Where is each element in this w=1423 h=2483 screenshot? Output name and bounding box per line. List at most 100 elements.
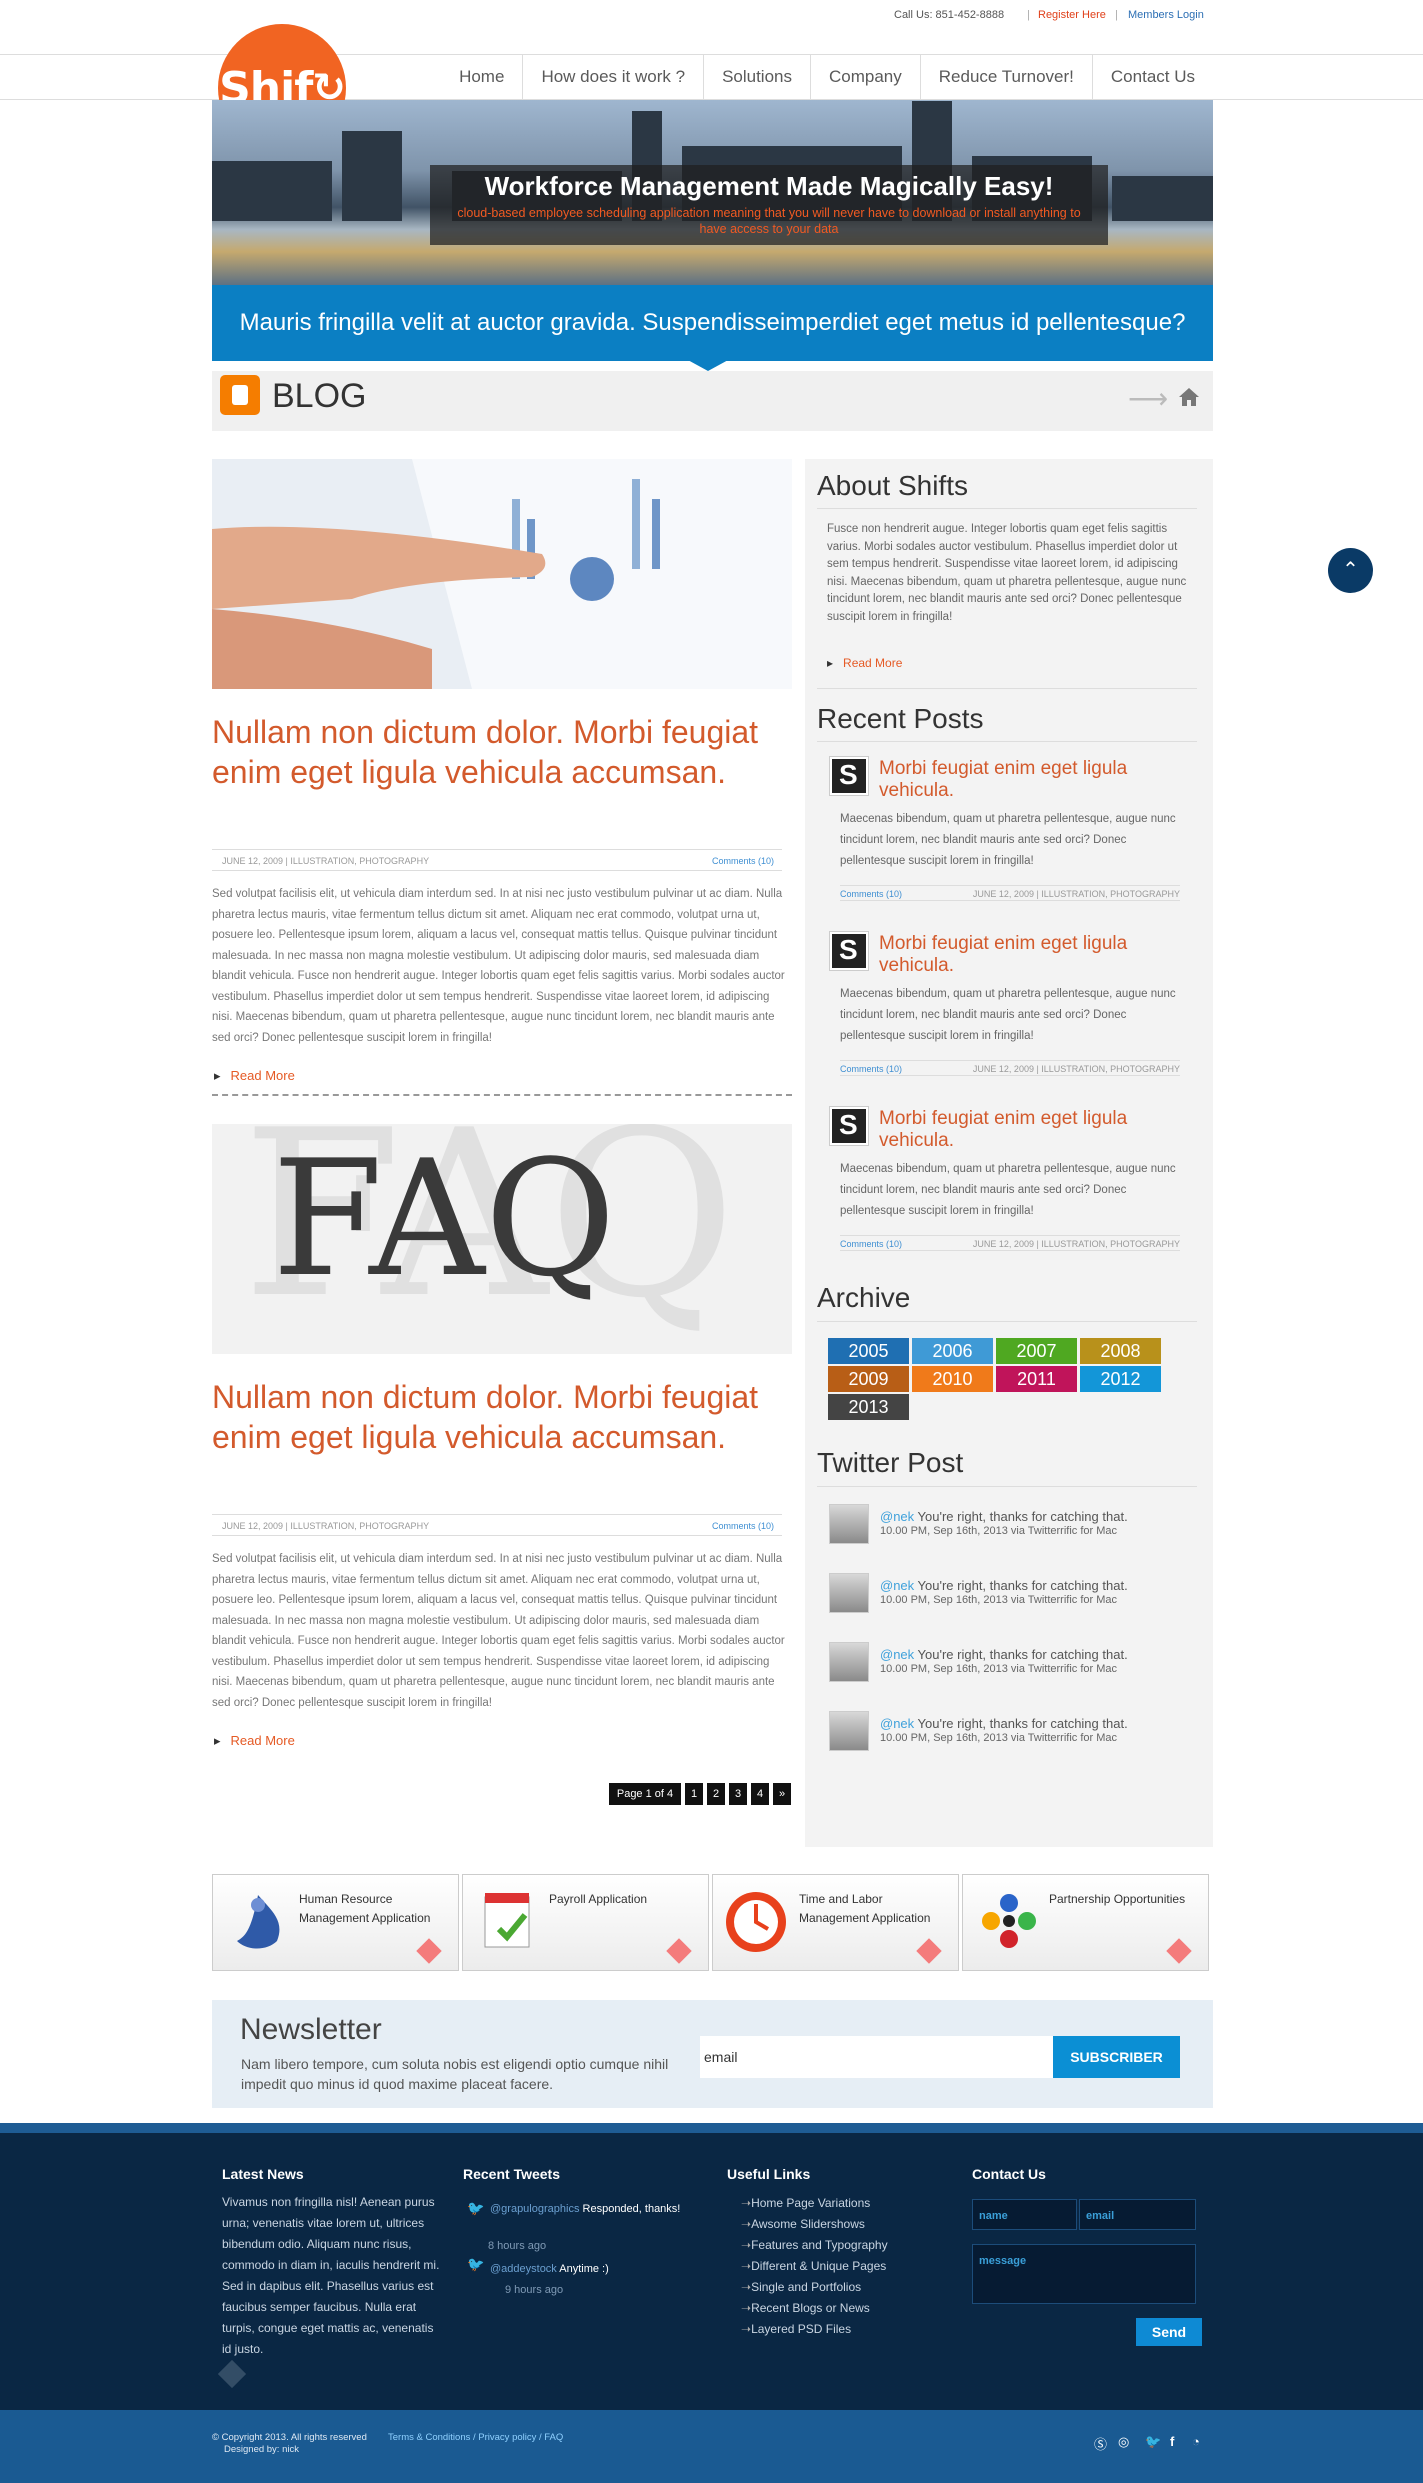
- home-icon[interactable]: [1178, 387, 1200, 407]
- service-partnership[interactable]: Partnership Opportunities: [962, 1874, 1209, 1971]
- post-title[interactable]: Nullam non dictum dolor. Morbi feugiat e…: [212, 1377, 772, 1457]
- post-title[interactable]: Nullam non dictum dolor. Morbi feugiat e…: [212, 712, 772, 792]
- facebook-icon[interactable]: f: [1170, 2434, 1174, 2449]
- recent-post-text: Maecenas bibendum, quam ut pharetra pell…: [840, 1163, 1176, 1217]
- page-4-button[interactable]: 4: [751, 1783, 769, 1805]
- dribbble-icon[interactable]: ◎: [1118, 2434, 1129, 2450]
- subscribe-button[interactable]: SUBSCRIBER: [1053, 2036, 1180, 2078]
- main-navigation: Home How does it work ? Solutions Compan…: [0, 54, 1423, 100]
- archive-year-2012[interactable]: 2012: [1080, 1366, 1161, 1392]
- service-title: Payroll Application: [549, 1892, 648, 1906]
- back-to-top-button[interactable]: ⌃: [1328, 548, 1373, 593]
- page-2-button[interactable]: 2: [707, 1783, 725, 1805]
- contact-send-button[interactable]: Send: [1136, 2318, 1202, 2346]
- footer-link[interactable]: Recent Blogs or News: [741, 2301, 870, 2315]
- twitter-icon[interactable]: 🐦: [1145, 2434, 1161, 2450]
- post-comments-link[interactable]: Comments (10): [712, 1521, 774, 1531]
- copyright-text: © Copyright 2013. All rights reserved Des…: [212, 2432, 367, 2456]
- footer-link[interactable]: Layered PSD Files: [741, 2322, 851, 2336]
- archive-year-2011[interactable]: 2011: [996, 1366, 1077, 1392]
- hr-icon: [237, 1895, 280, 1949]
- recent-post-title[interactable]: Morbi feugiat enim eget ligula vehicula.: [879, 1108, 1159, 1152]
- footer-tweet-user[interactable]: @grapulographics: [490, 2203, 579, 2215]
- service-payroll[interactable]: Payroll Application: [462, 1874, 709, 1971]
- service-hr[interactable]: Human Resource Management Application: [212, 1874, 459, 1971]
- newsletter-email-input[interactable]: [700, 2036, 1053, 2078]
- tweet-avatar[interactable]: [829, 1504, 869, 1544]
- arrow-right-icon[interactable]: ⟶: [1128, 382, 1168, 415]
- recent-post-title[interactable]: Morbi feugiat enim eget ligula vehicula.: [879, 933, 1159, 977]
- service-arrow-icon[interactable]: [916, 1938, 942, 1964]
- page-3-button[interactable]: 3: [729, 1783, 747, 1805]
- about-read-more[interactable]: Read More: [827, 656, 902, 670]
- service-arrow-icon[interactable]: [416, 1938, 442, 1964]
- post-meta: JUNE 12, 2009 | ILLUSTRATION, PHOTOGRAPH…: [212, 1514, 782, 1536]
- register-link[interactable]: Register Here: [1038, 9, 1106, 21]
- tweet-user-link[interactable]: @nek: [880, 1578, 914, 1593]
- tweet-user-link[interactable]: @nek: [880, 1647, 914, 1662]
- members-login-link[interactable]: Members Login: [1128, 9, 1204, 21]
- recent-post-comments[interactable]: Comments (10): [840, 1239, 902, 1249]
- footer-link[interactable]: Awsome Slidershows: [741, 2217, 865, 2231]
- read-more-link[interactable]: Read More: [214, 1068, 295, 1084]
- nav-home[interactable]: Home: [441, 55, 522, 99]
- twitter-bird-icon: 🐦: [467, 2200, 485, 2216]
- legal-links[interactable]: Terms & Conditions / Privacy policy / FA…: [388, 2432, 563, 2443]
- top-bar: Call Us: 851-452-8888 | Register Here | …: [0, 0, 1423, 34]
- tweet-avatar[interactable]: [829, 1642, 869, 1682]
- archive-year-2005[interactable]: 2005: [828, 1338, 909, 1364]
- nav-reduce-turnover[interactable]: Reduce Turnover!: [919, 55, 1092, 99]
- nav-how-it-works[interactable]: How does it work ?: [522, 55, 703, 99]
- recent-post-text: Maecenas bibendum, quam ut pharetra pell…: [840, 988, 1176, 1042]
- service-arrow-icon[interactable]: [666, 1938, 692, 1964]
- archive-year-2009[interactable]: 2009: [828, 1366, 909, 1392]
- recent-post-thumb[interactable]: S: [830, 1107, 868, 1145]
- tweet-user-link[interactable]: @nek: [880, 1716, 914, 1731]
- post-comments-link[interactable]: Comments (10): [712, 856, 774, 866]
- archive-year-2013[interactable]: 2013: [828, 1394, 909, 1420]
- recent-post-comments[interactable]: Comments (10): [840, 1064, 902, 1074]
- nav-contact[interactable]: Contact Us: [1091, 55, 1213, 99]
- nav-solutions[interactable]: Solutions: [703, 55, 810, 99]
- recent-post-title[interactable]: Morbi feugiat enim eget ligula vehicula.: [879, 758, 1159, 802]
- recent-post-comments[interactable]: Comments (10): [840, 889, 902, 899]
- nav-company[interactable]: Company: [810, 55, 920, 99]
- skype-icon[interactable]: Ⓢ: [1094, 2434, 1107, 2453]
- tweet-user-link[interactable]: @nek: [880, 1509, 914, 1524]
- banner-notch: [686, 359, 730, 371]
- hero-subtitle: cloud-based employee scheduling applicat…: [457, 206, 1081, 236]
- page-1-button[interactable]: 1: [685, 1783, 703, 1805]
- service-time-labor[interactable]: Time and Labor Management Application: [712, 1874, 959, 1971]
- hero-title: Workforce Management Made Magically Easy…: [484, 171, 1054, 201]
- archive-year-2010[interactable]: 2010: [912, 1366, 993, 1392]
- tweet-avatar[interactable]: [829, 1711, 869, 1751]
- archive-year-2007[interactable]: 2007: [996, 1338, 1077, 1364]
- rss-icon[interactable]: ◔: [1192, 2434, 1200, 2449]
- post-image-chart[interactable]: [212, 459, 792, 689]
- footer-link[interactable]: Single and Portfolios: [741, 2280, 861, 2294]
- tweet-body: You're right, thanks for catching that.: [914, 1509, 1128, 1524]
- footer-tweet-user[interactable]: @addeystock: [490, 2263, 557, 2275]
- post-excerpt: Sed volutpat facilisis elit, ut vehicula…: [212, 1553, 785, 1709]
- recent-post-thumb[interactable]: S: [830, 757, 868, 795]
- archive-year-2008[interactable]: 2008: [1080, 1338, 1161, 1364]
- twitter-bird-icon: 🐦: [467, 2256, 485, 2272]
- twitter-title: Twitter Post: [817, 1447, 964, 1478]
- archive-year-2006[interactable]: 2006: [912, 1338, 993, 1364]
- contact-name-input[interactable]: name: [972, 2199, 1077, 2230]
- footer-link[interactable]: Features and Typography: [741, 2238, 888, 2252]
- tweet-avatar[interactable]: [829, 1573, 869, 1613]
- footer-link[interactable]: Different & Unique Pages: [741, 2259, 886, 2273]
- contact-email-input[interactable]: email: [1079, 2199, 1196, 2230]
- tweet-text: @nek You're right, thanks for catching t…: [880, 1578, 1128, 1593]
- recent-post-meta: Comments (10) JUNE 12, 2009 | ILLUSTRATIO…: [840, 1235, 1180, 1251]
- next-page-button[interactable]: »: [773, 1783, 791, 1805]
- contact-message-input[interactable]: message: [972, 2244, 1196, 2304]
- post-date-category: JUNE 12, 2009 | ILLUSTRATION, PHOTOGRAPH…: [222, 1521, 430, 1531]
- recent-post-thumb[interactable]: S: [830, 932, 868, 970]
- post-image-faq[interactable]: FAQ FAQ: [212, 1124, 792, 1354]
- read-more-link[interactable]: Read More: [214, 1733, 295, 1749]
- footer-link[interactable]: Home Page Variations: [741, 2196, 870, 2210]
- post-divider: [212, 1094, 792, 1096]
- service-arrow-icon[interactable]: [1166, 1938, 1192, 1964]
